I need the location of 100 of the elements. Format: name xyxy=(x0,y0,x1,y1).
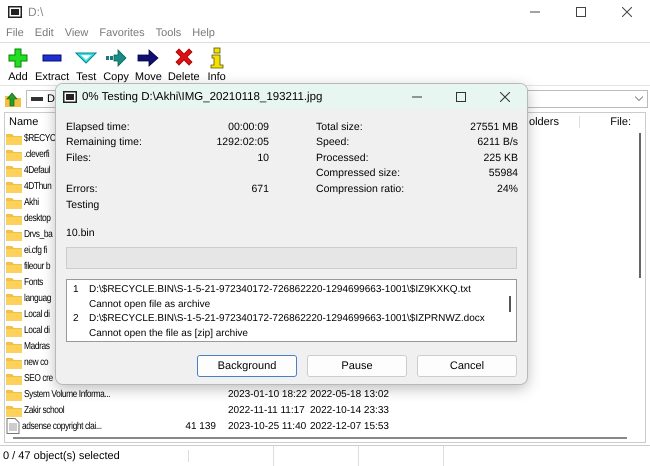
folder-icon xyxy=(6,388,22,401)
stat-label: Speed: xyxy=(316,136,350,148)
file-name[interactable]: $RECYC xyxy=(24,132,56,144)
menu-item[interactable]: View xyxy=(58,27,94,39)
modified-date: 2022-11-11 11:17 xyxy=(228,404,306,416)
stat-value: 225 KB xyxy=(482,152,518,164)
stat-label: Processed: xyxy=(316,152,370,164)
operation-label: Testing xyxy=(66,198,100,212)
scrollbar-thumb[interactable] xyxy=(509,296,511,312)
maximize-icon xyxy=(576,7,586,17)
folder-icon xyxy=(6,148,22,161)
stat-value: 55984 xyxy=(488,167,518,180)
file-name[interactable]: new co xyxy=(24,356,48,368)
dialog-button[interactable]: Background xyxy=(197,354,297,376)
stat-value: 00:00:09 xyxy=(227,120,269,133)
toolbar-button[interactable]: Move xyxy=(132,47,165,85)
stat-label: Files: xyxy=(66,152,92,164)
file-path: D:\$RECYCLE.BIN\S-1-5-21-972340172-726862220-1294699663-1001\$IZ9KXKQ.txt xyxy=(89,284,472,296)
folder-icon xyxy=(6,404,22,417)
folder-icon xyxy=(6,180,22,193)
menu-item[interactable]: Tools xyxy=(150,27,186,39)
menu-item[interactable]: Edit xyxy=(28,27,59,39)
modified-date: 2023-01-10 18:22 xyxy=(228,388,308,400)
chevron-down-icon xyxy=(635,96,643,102)
window-title: D:\ xyxy=(28,5,44,19)
stat-value: 24% xyxy=(496,182,518,195)
maximize-icon xyxy=(456,92,466,102)
file-name[interactable]: desktop xyxy=(24,212,50,224)
toolbar-button[interactable]: Extract xyxy=(32,47,72,85)
folder-up-icon[interactable] xyxy=(4,90,22,108)
folder-icon xyxy=(6,132,22,145)
stat-value: 10 xyxy=(256,152,269,164)
toolbar-button[interactable]: Add xyxy=(4,47,32,85)
app-icon xyxy=(8,6,22,18)
stat-label: Remaining time: xyxy=(66,136,143,148)
file-name[interactable]: Local di xyxy=(24,324,50,336)
file-name[interactable]: ei.cfg fi xyxy=(24,244,47,256)
file-name[interactable]: .cleverfi xyxy=(24,148,50,160)
entry-number: 1 xyxy=(73,284,80,296)
menu-item[interactable]: File xyxy=(0,27,29,39)
document-icon xyxy=(6,418,20,434)
folder-icon xyxy=(6,196,22,209)
stat-label: Errors: xyxy=(66,182,98,195)
stat-label: Elapsed time: xyxy=(66,120,131,133)
file-name[interactable]: 4Defaul xyxy=(24,164,50,176)
modified-date: 2023-10-25 11:40 xyxy=(228,420,308,432)
dialog-title: 0% Testing D:\Akhi\IMG_20210118_193211.jpg xyxy=(82,90,324,102)
file-name[interactable]: Madras xyxy=(24,340,50,352)
folder-icon xyxy=(6,164,22,177)
created-date: 2022-05-18 13:02 xyxy=(310,388,390,400)
folder-icon xyxy=(6,372,22,385)
folder-icon xyxy=(6,228,22,241)
app-icon xyxy=(63,90,77,102)
toolbar-button[interactable]: Copy xyxy=(100,47,132,85)
file-name[interactable]: SEO cre xyxy=(24,372,53,384)
file-name[interactable]: fileour b xyxy=(24,260,50,272)
dialog-button[interactable]: Cancel xyxy=(417,354,517,376)
menu-item[interactable]: Favorites xyxy=(93,27,150,39)
status-text: 0 / 47 object(s) selected xyxy=(0,450,189,462)
created-date: 2022-12-07 15:53 xyxy=(310,420,390,432)
error-message: Cannot open file as archive xyxy=(89,298,212,310)
stat-label: Compression ratio: xyxy=(316,182,406,195)
menu-item[interactable]: Help xyxy=(186,27,220,39)
toolbar-button[interactable]: Info xyxy=(202,47,231,85)
stat-value: 1292:02:05 xyxy=(215,136,269,148)
file-name[interactable]: Zakir school xyxy=(24,404,64,416)
file-name[interactable]: 4DThun xyxy=(24,180,52,192)
folder-icon xyxy=(6,308,22,321)
close-icon xyxy=(622,7,632,17)
toolbar-button[interactable]: Delete xyxy=(164,47,203,85)
dialog-button[interactable]: Pause xyxy=(307,354,407,376)
stat-label: Compressed size: xyxy=(316,167,402,180)
file-size: 41 139 xyxy=(184,420,216,432)
arrow-right-icon xyxy=(105,47,128,69)
horizontal-scrollbar[interactable] xyxy=(13,437,627,440)
folder-icon xyxy=(6,212,22,225)
error-message: Cannot open the file as [zip] archive xyxy=(89,328,249,339)
file-name[interactable]: System Volume Informa... xyxy=(24,388,110,400)
plus-icon xyxy=(7,47,29,69)
file-name[interactable]: Akhi xyxy=(24,196,39,208)
file-name[interactable]: adsense copyright clai... xyxy=(22,420,102,432)
folder-icon xyxy=(6,292,22,305)
current-file: 10.bin xyxy=(66,226,96,240)
entry-number: 2 xyxy=(73,313,80,324)
folder-icon xyxy=(6,260,22,273)
vertical-scrollbar[interactable] xyxy=(639,133,641,278)
file-path: D:\$RECYCLE.BIN\S-1-5-21-972340172-726862220-1294699663-1001\$IZPRNWZ.docx xyxy=(89,313,486,324)
column-header[interactable]: File: xyxy=(580,116,635,128)
stat-value: 671 xyxy=(250,182,269,195)
folder-icon xyxy=(6,244,22,257)
drive-icon xyxy=(31,95,43,103)
stat-label: Total size: xyxy=(316,120,364,133)
file-name[interactable]: Drvs_ba xyxy=(24,228,52,240)
file-name[interactable]: languag xyxy=(24,292,51,304)
file-name[interactable]: Fonts xyxy=(24,276,43,288)
folder-icon xyxy=(6,340,22,353)
file-name[interactable]: Local di xyxy=(24,308,50,320)
folder-icon xyxy=(6,324,22,337)
folder-icon xyxy=(6,356,22,369)
arrow-right-icon xyxy=(137,47,160,69)
